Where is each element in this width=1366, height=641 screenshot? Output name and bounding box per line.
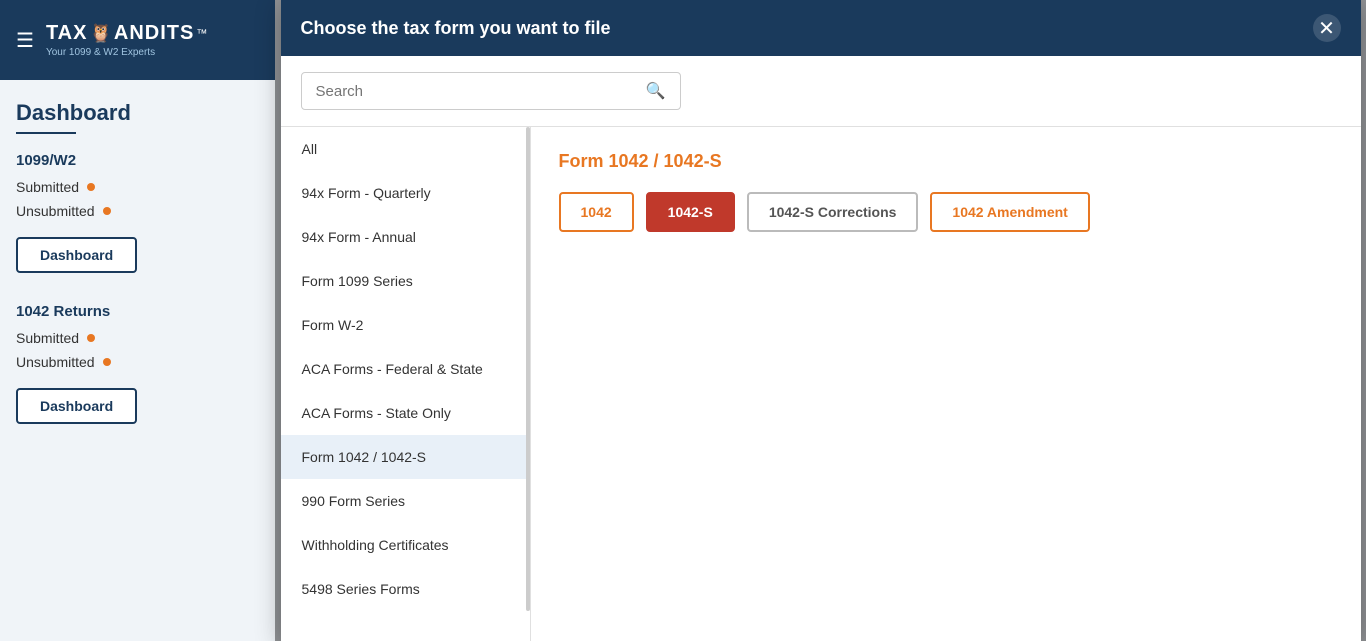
modal-nav-item-94x-quarterly[interactable]: 94x Form - Quarterly <box>281 171 530 215</box>
sidebar-content: Dashboard 1099/W2 Submitted Unsubmitted … <box>0 80 275 641</box>
modal-title: Choose the tax form you want to file <box>301 18 611 39</box>
modal-nav-item-5498-series[interactable]: 5498 Series Forms <box>281 567 530 611</box>
search-icon[interactable]: 🔍 <box>646 81 666 101</box>
modal-nav-scroll: All94x Form - Quarterly94x Form - Annual… <box>281 127 530 611</box>
form-button-1042-amendment[interactable]: 1042 Amendment <box>930 192 1089 232</box>
dashboard-title: Dashboard <box>16 100 259 126</box>
section1-unsubmitted-row: Unsubmitted <box>16 203 259 219</box>
section2-submitted-label: Submitted <box>16 330 79 346</box>
sidebar-header: ☰ TAX 🦉 ANDITS ™ Your 1099 & W2 Experts <box>0 0 275 80</box>
section2-dashboard-button[interactable]: Dashboard <box>16 388 137 424</box>
logo: TAX 🦉 ANDITS ™ <box>46 22 207 45</box>
modal-content: Form 1042 / 1042-S 1042 1042-S 1042-S Corr… <box>531 127 1361 641</box>
form-button-1042[interactable]: 1042 <box>559 192 634 232</box>
section2-unsubmitted-dot <box>103 358 111 366</box>
modal: Choose the tax form you want to file ✕ 🔍… <box>281 0 1361 641</box>
modal-close-button[interactable]: ✕ <box>1313 14 1341 42</box>
modal-nav-item-form-w2[interactable]: Form W-2 <box>281 303 530 347</box>
form-button-1042-s-corrections[interactable]: 1042-S Corrections <box>747 192 919 232</box>
search-input[interactable] <box>316 83 646 100</box>
modal-nav-item-aca-state-only[interactable]: ACA Forms - State Only <box>281 391 530 435</box>
section2-submitted-row: Submitted <box>16 330 259 346</box>
modal-nav: All94x Form - Quarterly94x Form - Annual… <box>281 127 531 641</box>
sidebar-divider <box>16 132 76 134</box>
modal-body: All94x Form - Quarterly94x Form - Annual… <box>281 127 1361 641</box>
modal-nav-item-all[interactable]: All <box>281 127 530 171</box>
section1-submitted-row: Submitted <box>16 179 259 195</box>
section1-submitted-dot <box>87 183 95 191</box>
search-input-wrapper: 🔍 <box>301 72 681 110</box>
section1-unsubmitted-label: Unsubmitted <box>16 203 95 219</box>
section1-unsubmitted-dot <box>103 207 111 215</box>
modal-nav-item-withholding[interactable]: Withholding Certificates <box>281 523 530 567</box>
form-section-title: Form 1042 / 1042-S <box>559 151 1333 172</box>
modal-nav-item-form-1042[interactable]: Form 1042 / 1042-S <box>281 435 530 479</box>
sidebar: ☰ TAX 🦉 ANDITS ™ Your 1099 & W2 Experts … <box>0 0 275 641</box>
main-area: Choose the tax form you want to file ✕ 🔍… <box>275 0 1366 641</box>
section2-submitted-dot <box>87 334 95 342</box>
hamburger-icon[interactable]: ☰ <box>16 28 34 53</box>
section1-submitted-label: Submitted <box>16 179 79 195</box>
form-buttons-row: 1042 1042-S 1042-S Corrections 1042 Amendme… <box>559 192 1333 232</box>
section2-label: 1042 Returns <box>16 303 259 320</box>
section2-unsubmitted-row: Unsubmitted <box>16 354 259 370</box>
modal-nav-item-form-1099[interactable]: Form 1099 Series <box>281 259 530 303</box>
logo-tagline: Your 1099 & W2 Experts <box>46 47 155 58</box>
modal-header: Choose the tax form you want to file ✕ <box>281 0 1361 56</box>
modal-nav-item-94x-annual[interactable]: 94x Form - Annual <box>281 215 530 259</box>
logo-area: TAX 🦉 ANDITS ™ Your 1099 & W2 Experts <box>46 22 207 58</box>
form-button-1042-s[interactable]: 1042-S <box>646 192 735 232</box>
modal-search-bar: 🔍 <box>281 56 1361 127</box>
modal-nav-item-990-series[interactable]: 990 Form Series <box>281 479 530 523</box>
section2-unsubmitted-label: Unsubmitted <box>16 354 95 370</box>
section1-dashboard-button[interactable]: Dashboard <box>16 237 137 273</box>
modal-overlay: Choose the tax form you want to file ✕ 🔍… <box>275 0 1366 641</box>
modal-nav-item-aca-federal-state[interactable]: ACA Forms - Federal & State <box>281 347 530 391</box>
section1-label: 1099/W2 <box>16 152 259 169</box>
